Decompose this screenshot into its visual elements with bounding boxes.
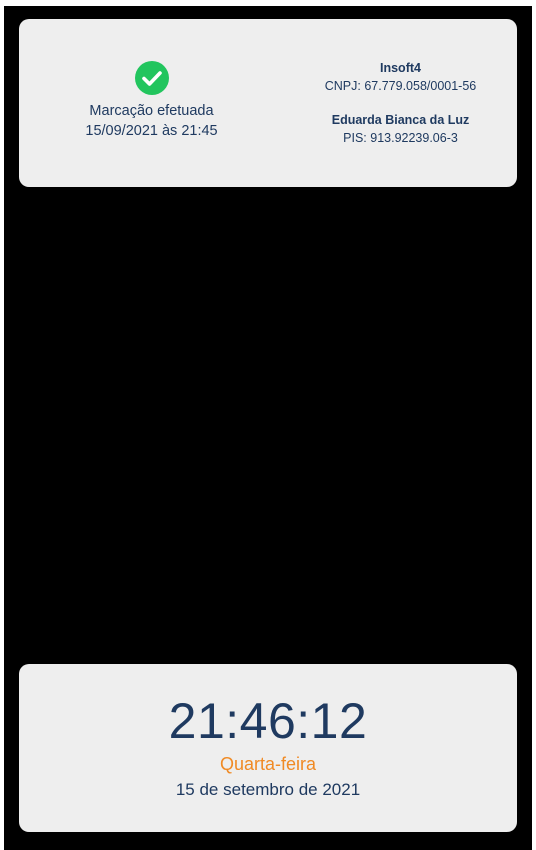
company-employee-info: Insoft4 CNPJ: 67.779.058/0001-56 Eduarda… (284, 19, 517, 187)
punch-status-text: Marcação efetuada (89, 103, 214, 119)
company-name: Insoft4 (380, 61, 421, 75)
clock-date: 15 de setembro de 2021 (175, 780, 361, 799)
punch-status: Marcação efetuada 15/09/2021 às 21:45 (19, 19, 284, 187)
clock-time: 21:46:12 (168, 693, 368, 749)
employee-pis: PIS: 913.92239.06-3 (343, 131, 458, 145)
punch-receipt-card: Marcação efetuada 15/09/2021 às 21:45 In… (19, 19, 517, 187)
clock-weekday: Quarta-feira (219, 754, 317, 774)
employee-name: Eduarda Bianca da Luz (331, 113, 470, 127)
company-cnpj: CNPJ: 67.779.058/0001-56 (324, 79, 477, 93)
punch-timestamp: 15/09/2021 às 21:45 (85, 123, 218, 139)
clock-display: 21:46:12 Quarta-feira 15 de setembro de … (19, 664, 517, 832)
app-screen: Marcação efetuada 15/09/2021 às 21:45 In… (4, 6, 532, 850)
check-circle-icon (134, 61, 169, 95)
clock-card: 21:46:12 Quarta-feira 15 de setembro de … (19, 664, 517, 832)
